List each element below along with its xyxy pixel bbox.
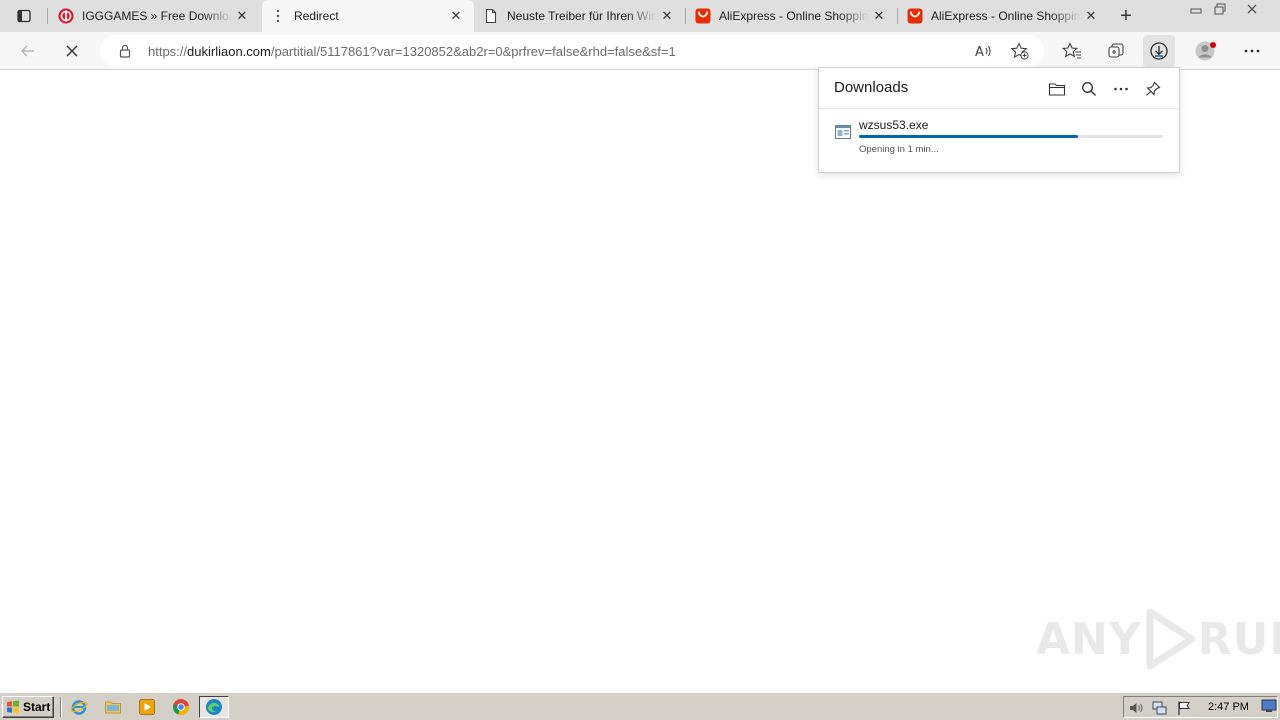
restore-button[interactable] (1208, 0, 1232, 18)
folder-icon (105, 701, 121, 714)
tab-aliexpress-2[interactable]: AliExpress - Online Shopping for Popular… (899, 0, 1109, 32)
tab-actions-icon (17, 9, 31, 23)
arrow-left-icon (21, 45, 34, 57)
taskbar-edge-active[interactable] (199, 696, 229, 718)
downloads-more-options-button[interactable] (1108, 76, 1134, 102)
new-tab-button[interactable]: + (1112, 4, 1140, 28)
downloads-title: Downloads (834, 79, 909, 96)
search-icon (1082, 82, 1096, 96)
settings-more-button[interactable] (1236, 35, 1268, 67)
stop-loading-button[interactable] (56, 35, 88, 67)
read-aloud-icon[interactable]: A (974, 43, 992, 62)
tab-title: IGGGAMES » Free Download PC Games (82, 9, 232, 23)
back-button[interactable] (12, 35, 44, 67)
minimize-icon (1190, 8, 1202, 14)
download-progress-bar (859, 135, 1163, 138)
lock-icon[interactable] (117, 43, 133, 62)
address-bar[interactable]: https://dukirliaon.com/partitial/5117861… (100, 35, 1044, 67)
tab-title: AliExpress - Online Shopping for Popular… (931, 9, 1081, 23)
tab-strip: IGGGAMES » Free Download PC Games ✕ Redi… (0, 0, 1280, 32)
taskbar-separator (60, 697, 62, 717)
pin-downloads-button[interactable] (1140, 76, 1166, 102)
more-horizontal-icon (1114, 87, 1128, 91)
network-icon[interactable] (1152, 700, 1168, 716)
play-logo-icon (1146, 608, 1196, 670)
downloads-panel: Downloads wzsus53.exe Opening in 1 min..… (818, 67, 1180, 173)
aliexpress-favicon (907, 8, 923, 24)
start-label: Start (23, 700, 51, 714)
watermark-text-right: RUN (1197, 613, 1280, 665)
action-center-flag-icon[interactable] (1176, 700, 1192, 716)
loading-spinner-icon (270, 8, 286, 24)
show-desktop-icon[interactable] (1261, 699, 1277, 713)
close-window-button[interactable] (1240, 0, 1264, 18)
url-host: dukirliaon.com (187, 44, 271, 59)
quicklaunch-chrome[interactable] (172, 698, 190, 716)
tab-actions-menu-button[interactable] (8, 4, 40, 28)
page-icon (483, 8, 499, 24)
igggames-favicon (58, 8, 74, 24)
close-icon (66, 45, 78, 57)
search-downloads-button[interactable] (1076, 76, 1102, 102)
profile-button[interactable] (1190, 35, 1222, 67)
start-button[interactable]: Start (2, 696, 54, 718)
tab-close-icon[interactable]: ✕ (869, 6, 889, 26)
tab-separator (47, 8, 48, 24)
aliexpress-favicon (695, 8, 711, 24)
svg-text:A: A (975, 45, 984, 59)
executable-file-icon (835, 125, 851, 139)
internet-explorer-icon (70, 700, 88, 715)
url-path: /partitial/5117861?var=1320852&ab2r=0&pr… (270, 44, 676, 59)
collections-icon (1108, 43, 1124, 58)
minimize-button[interactable] (1184, 0, 1208, 18)
more-horizontal-icon (1244, 49, 1260, 53)
download-icon (1150, 42, 1168, 60)
plus-icon: + (1120, 4, 1132, 27)
tab-igggames[interactable]: IGGGAMES » Free Download PC Games ✕ (50, 0, 260, 32)
tab-title: Redirect (294, 9, 339, 23)
quicklaunch-explorer[interactable] (104, 698, 122, 716)
folder-icon (1048, 83, 1066, 96)
windows-logo-icon (7, 700, 19, 714)
tab-separator (685, 8, 686, 24)
tab-close-icon[interactable]: ✕ (1081, 6, 1101, 26)
tab-separator (897, 8, 898, 24)
collections-button[interactable] (1100, 35, 1132, 67)
chrome-icon (172, 699, 190, 715)
downloads-button[interactable] (1143, 35, 1175, 67)
media-player-icon (139, 699, 155, 715)
taskbar: Start 2:47 PM (0, 692, 1280, 720)
quicklaunch-internet-explorer[interactable] (70, 698, 88, 716)
tab-treiber[interactable]: Neuste Treiber für Ihren Windows PC ✕ (475, 0, 685, 32)
url-prefix: https:// (148, 44, 188, 59)
favorites-icon (1062, 42, 1081, 59)
tab-title: Neuste Treiber für Ihren Windows PC (507, 9, 657, 23)
edge-icon (206, 699, 222, 715)
download-status: Opening in 1 min... (859, 144, 939, 155)
volume-icon[interactable] (1128, 700, 1144, 716)
tab-close-icon[interactable]: ✕ (657, 6, 677, 26)
add-favorite-icon[interactable] (1010, 42, 1029, 63)
tab-title: AliExpress - Online Shopping for Popular… (719, 9, 869, 23)
close-icon (1247, 4, 1257, 14)
open-downloads-folder-button[interactable] (1044, 76, 1070, 102)
download-progress-fill (859, 135, 1078, 138)
download-item[interactable]: wzsus53.exe Opening in 1 min... (819, 109, 1179, 173)
tab-close-icon[interactable]: ✕ (446, 6, 466, 26)
anyrun-watermark: ANY RUN (1036, 608, 1280, 670)
system-tray: 2:47 PM (1123, 696, 1278, 718)
pin-icon (1146, 81, 1161, 96)
tab-redirect[interactable]: Redirect ✕ (262, 0, 474, 32)
tab-aliexpress-1[interactable]: AliExpress - Online Shopping for Popular… (687, 0, 897, 32)
restore-icon (1214, 3, 1226, 15)
tab-close-icon[interactable]: ✕ (232, 6, 252, 26)
download-filename[interactable]: wzsus53.exe (859, 118, 928, 132)
browser-toolbar: https://dukirliaon.com/partitial/5117861… (0, 32, 1280, 70)
url-text: https://dukirliaon.com/partitial/5117861… (148, 44, 676, 59)
favorites-button[interactable] (1056, 35, 1088, 67)
watermark-text-left: ANY (1036, 613, 1142, 665)
quicklaunch-media-player[interactable] (138, 698, 156, 716)
avatar-icon (1195, 41, 1216, 61)
taskbar-clock[interactable]: 2:47 PM (1208, 701, 1249, 713)
